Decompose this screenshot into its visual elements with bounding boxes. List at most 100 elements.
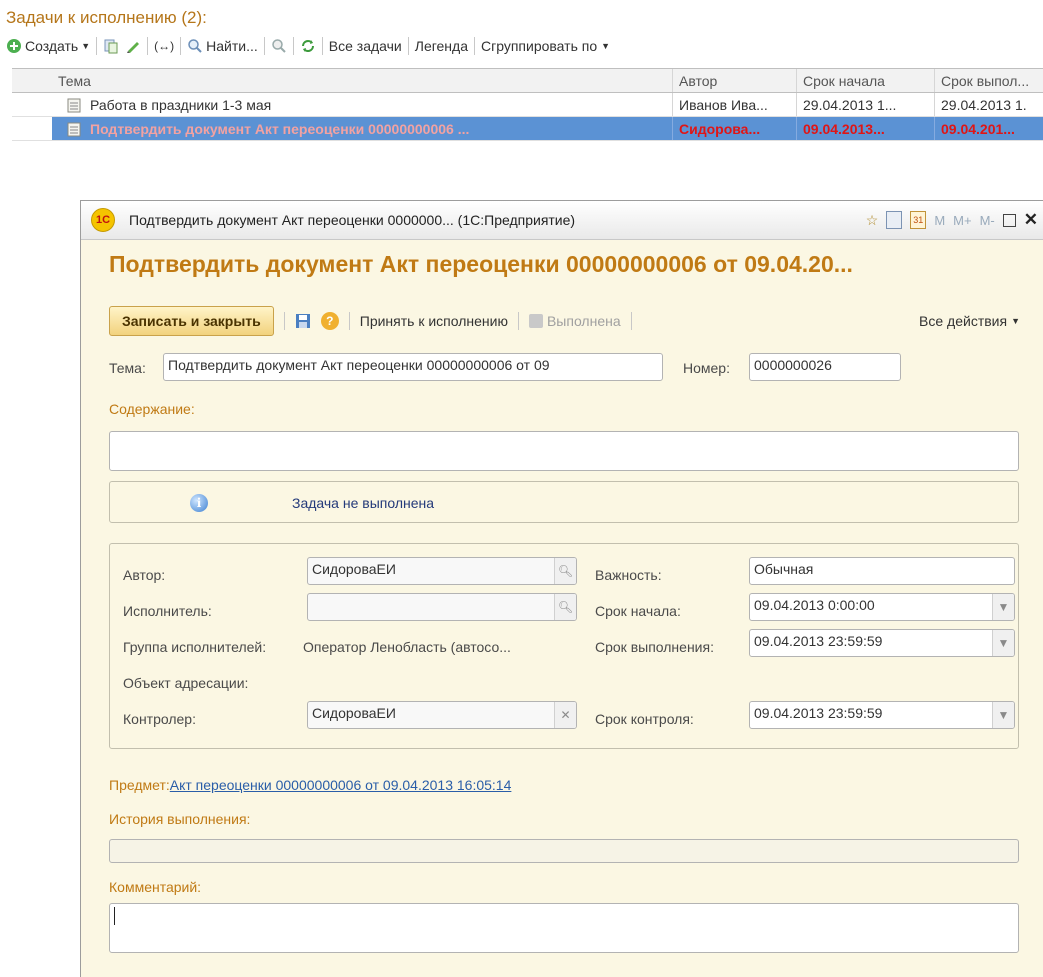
calendar-icon[interactable]: 31 bbox=[910, 211, 927, 229]
accept-button[interactable]: Принять к исполнению bbox=[360, 313, 508, 329]
all-actions-label: Все действия bbox=[919, 313, 1008, 329]
author-label: Автор: bbox=[123, 567, 166, 583]
all-tasks-button[interactable]: Все задачи bbox=[329, 38, 402, 54]
create-button[interactable]: Создать ▼ bbox=[6, 38, 90, 54]
separator bbox=[348, 312, 350, 330]
row-subject: Работа в праздники 1-3 мая bbox=[90, 96, 272, 113]
done-button[interactable]: Выполнена bbox=[528, 313, 621, 329]
chevron-down-icon: ▼ bbox=[601, 41, 611, 51]
separator bbox=[292, 37, 294, 55]
table-header: Тема Автор Срок начала Срок выпол... bbox=[12, 68, 1043, 93]
column-header-subject[interactable]: Тема bbox=[52, 69, 672, 92]
subject-field[interactable]: Подтвердить документ Акт переоценки 0000… bbox=[163, 353, 663, 381]
number-field[interactable]: 0000000026 bbox=[749, 353, 901, 381]
content-field[interactable] bbox=[109, 431, 1019, 471]
calculator-icon[interactable] bbox=[886, 211, 903, 229]
memory-plus-button[interactable]: M+ bbox=[953, 213, 971, 228]
start-date-label: Срок начала: bbox=[595, 603, 681, 619]
chevron-down-icon[interactable]: ▼ bbox=[992, 702, 1014, 728]
separator bbox=[630, 312, 632, 330]
close-icon[interactable]: ✕ bbox=[1024, 210, 1038, 230]
author-field[interactable]: СидороваЕИ 🔍︎ bbox=[307, 557, 577, 585]
author-value: СидороваЕИ bbox=[312, 561, 396, 577]
search-icon[interactable]: 🔍︎ bbox=[554, 594, 576, 620]
help-icon[interactable]: ? bbox=[320, 312, 339, 330]
column-header-due[interactable]: Срок выпол... bbox=[934, 69, 1043, 92]
titlebar-buttons: ☆ 31 M M+ M- ✕ bbox=[866, 201, 1043, 239]
separator bbox=[517, 312, 519, 330]
done-label: Выполнена bbox=[546, 313, 621, 329]
separator bbox=[283, 312, 285, 330]
separator bbox=[263, 37, 265, 55]
row-spacer bbox=[12, 93, 52, 116]
due-date-value: 09.04.2013 23:59:59 bbox=[754, 633, 883, 649]
separator bbox=[147, 37, 149, 55]
controller-field[interactable]: СидороваЕИ ✕ bbox=[307, 701, 577, 729]
swap-icon[interactable]: (↔) bbox=[154, 39, 174, 53]
group-by-button[interactable]: Сгруппировать по ▼ bbox=[481, 38, 610, 54]
status-text: Задача не выполнена bbox=[292, 495, 435, 511]
control-date-value: 09.04.2013 23:59:59 bbox=[754, 705, 883, 721]
column-header-author[interactable]: Автор bbox=[672, 69, 796, 92]
executor-group-value[interactable]: Оператор Ленобласть (автосо... bbox=[303, 639, 511, 655]
refresh-icon[interactable] bbox=[300, 38, 316, 54]
column-header-start[interactable]: Срок начала bbox=[796, 69, 934, 92]
chevron-down-icon[interactable]: ▼ bbox=[992, 630, 1014, 656]
task-icon bbox=[67, 122, 81, 136]
save-and-close-button[interactable]: Записать и закрыть bbox=[109, 306, 274, 336]
row-start: 09.04.2013... bbox=[796, 117, 934, 140]
controller-label: Контролер: bbox=[123, 711, 196, 727]
subject-ref-link[interactable]: Акт переоценки 00000000006 от 09.04.2013… bbox=[170, 777, 512, 793]
due-date-field[interactable]: 09.04.2013 23:59:59 ▼ bbox=[749, 629, 1015, 657]
task-table: Тема Автор Срок начала Срок выпол... Раб… bbox=[12, 68, 1043, 141]
row-start: 29.04.2013 1... bbox=[796, 93, 934, 116]
history-field[interactable] bbox=[109, 839, 1019, 863]
list-toolbar: Создать ▼ (↔) Найти... Все задачи Легенд… bbox=[6, 34, 610, 58]
row-subject-cell: Подтвердить документ Акт переоценки 0000… bbox=[52, 117, 672, 140]
content-label: Содержание: bbox=[109, 401, 195, 417]
task-icon bbox=[67, 98, 81, 112]
find-label: Найти... bbox=[206, 38, 258, 54]
start-date-field[interactable]: 09.04.2013 0:00:00 ▼ bbox=[749, 593, 1015, 621]
favorite-icon[interactable]: ☆ bbox=[866, 212, 879, 229]
copy-icon[interactable] bbox=[103, 38, 119, 54]
find-button[interactable]: Найти... bbox=[187, 38, 258, 54]
importance-field[interactable]: Обычная bbox=[749, 557, 1015, 585]
search-icon[interactable]: 🔍︎ bbox=[554, 558, 576, 584]
executor-field[interactable]: 🔍︎ bbox=[307, 593, 577, 621]
table-row[interactable]: Работа в праздники 1-3 мая Иванов Ива...… bbox=[12, 93, 1043, 117]
memory-button[interactable]: M bbox=[934, 213, 945, 228]
comment-field[interactable] bbox=[109, 903, 1019, 953]
subject-ref-label: Предмет:Акт переоценки 00000000006 от 09… bbox=[109, 777, 511, 793]
clear-icon[interactable]: ✕ bbox=[554, 702, 576, 728]
separator bbox=[474, 37, 475, 55]
controller-value: СидороваЕИ bbox=[312, 705, 396, 721]
done-icon bbox=[528, 314, 543, 328]
row-subject-cell: Работа в праздники 1-3 мая bbox=[52, 93, 672, 116]
window-title: Подтвердить документ Акт переоценки 0000… bbox=[129, 212, 576, 228]
search-icon bbox=[188, 39, 202, 53]
addressing-object-label: Объект адресации: bbox=[123, 675, 249, 691]
row-subject: Подтвердить документ Акт переоценки 0000… bbox=[90, 120, 470, 137]
all-actions-button[interactable]: Все действия ▼ bbox=[919, 313, 1020, 329]
group-by-label: Сгруппировать по bbox=[481, 38, 598, 54]
due-date-label: Срок выполнения: bbox=[595, 639, 714, 655]
start-date-value: 09.04.2013 0:00:00 bbox=[754, 597, 875, 613]
maximize-icon[interactable] bbox=[1002, 213, 1016, 227]
control-date-field[interactable]: 09.04.2013 23:59:59 ▼ bbox=[749, 701, 1015, 729]
separator bbox=[180, 37, 182, 55]
edit-icon[interactable] bbox=[125, 38, 141, 54]
legend-button[interactable]: Легенда bbox=[415, 38, 468, 54]
search-cancel-icon[interactable] bbox=[271, 38, 287, 54]
form-toolbar: Записать и закрыть ? Принять к исполнени… bbox=[109, 305, 1034, 337]
separator bbox=[407, 37, 409, 55]
header-spacer bbox=[12, 69, 52, 92]
memory-minus-button[interactable]: M- bbox=[980, 213, 995, 228]
save-icon[interactable] bbox=[295, 313, 311, 329]
subject-label: Тема: bbox=[109, 360, 146, 376]
task-form-window: 1С Подтвердить документ Акт переоценки 0… bbox=[80, 200, 1043, 977]
table-row-selected[interactable]: Подтвердить документ Акт переоценки 0000… bbox=[12, 117, 1043, 141]
chevron-down-icon[interactable]: ▼ bbox=[992, 594, 1014, 620]
executor-group-label: Группа исполнителей: bbox=[123, 639, 267, 655]
history-label: История выполнения: bbox=[109, 811, 251, 827]
